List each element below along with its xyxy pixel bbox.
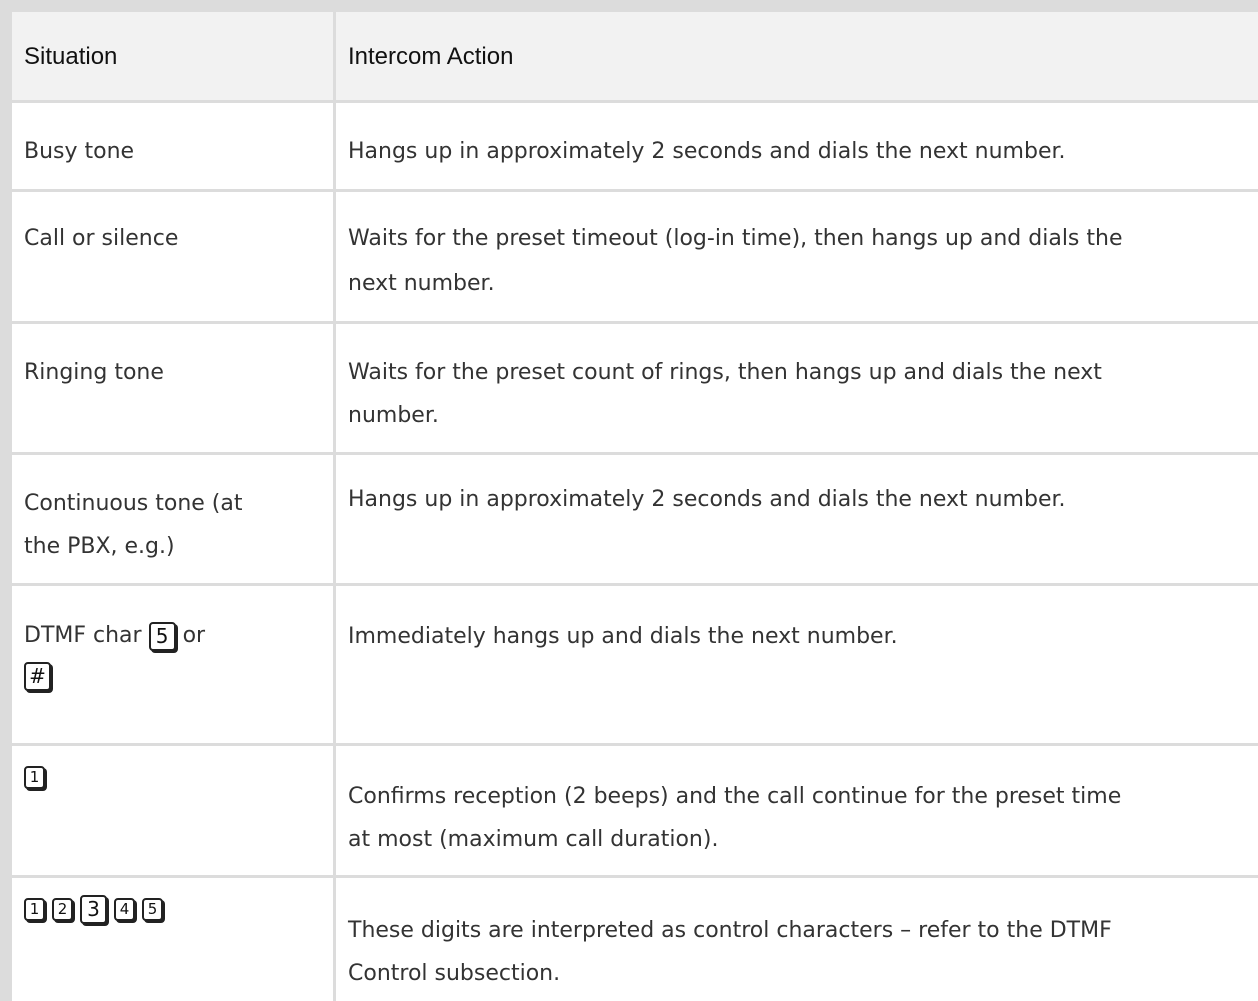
table-row-action: These digits are interpreted as control … (336, 878, 1258, 1001)
dtmf-key-2-icon: 2 (52, 897, 73, 921)
dtmf-key-5-icon: 5 (148, 621, 176, 651)
situation-text: Call or silence (24, 226, 179, 251)
situation-prefix: DTMF char (24, 623, 142, 648)
situation-text-line-1: DTMF char 5 or (24, 586, 321, 656)
header-situation-label: Situation (24, 42, 118, 70)
situation-text-line-1: Continuous tone (at (24, 491, 243, 516)
table-row-action: Immediately hangs up and dials the next … (336, 586, 1258, 743)
table-row-action: Hangs up in approximately 2 seconds and … (336, 455, 1258, 583)
situation-text-line-2: the PBX, e.g.) (24, 534, 175, 559)
action-text: Hangs up in approximately 2 seconds and … (348, 139, 1066, 164)
header-situation: Situation (12, 12, 333, 100)
dtmf-situation-table: Situation Intercom Action Busy tone Hang… (0, 0, 1258, 1001)
table-row-situation: Call or silence (12, 192, 333, 321)
table-row-situation: Ringing tone (12, 324, 333, 452)
table-row-situation: Busy tone (12, 103, 333, 189)
situation-text: Busy tone (24, 139, 135, 164)
action-text: Hangs up in approximately 2 seconds and … (348, 487, 1066, 512)
action-text-line-2: at most (maximum call duration). (348, 827, 719, 852)
table-row-action: Waits for the preset count of rings, the… (336, 324, 1258, 452)
dtmf-key-hash-icon: # (24, 661, 51, 691)
action-text-line-2: number. (348, 403, 439, 428)
table-row-situation: 1 (12, 746, 333, 875)
table-row-action: Hangs up in approximately 2 seconds and … (336, 103, 1258, 189)
dtmf-key-1-icon: 1 (24, 897, 45, 921)
action-text-line-1: These digits are interpreted as control … (348, 918, 1112, 943)
header-intercom-action: Intercom Action (336, 12, 1258, 100)
dtmf-key-5-icon: 5 (142, 897, 163, 921)
situation-connector: or (182, 623, 206, 648)
action-text-line-1: Waits for the preset count of rings, the… (348, 360, 1102, 385)
table-row-action: Confirms reception (2 beeps) and the cal… (336, 746, 1258, 875)
dtmf-key-1-icon: 1 (24, 765, 45, 789)
table-row-action: Waits for the preset timeout (log-in tim… (336, 192, 1258, 321)
situation-keys: 1 (24, 746, 321, 792)
action-text: Immediately hangs up and dials the next … (348, 624, 898, 649)
action-text-line-1: Waits for the preset timeout (log-in tim… (348, 226, 1123, 251)
dtmf-key-3-icon: 3 (80, 894, 107, 924)
action-text-line-1: Confirms reception (2 beeps) and the cal… (348, 784, 1122, 809)
situation-text-line-2: # (24, 656, 321, 696)
dtmf-key-4-icon: 4 (114, 897, 135, 921)
table-row-situation: Continuous tone (at the PBX, e.g.) (12, 455, 333, 583)
table-row-situation: 12345 (12, 878, 333, 1001)
table-row-situation: DTMF char 5 or # (12, 586, 333, 743)
action-text-line-2: Control subsection. (348, 961, 561, 986)
header-action-label: Intercom Action (348, 42, 514, 70)
action-text-line-2: next number. (348, 271, 495, 296)
situation-keys: 12345 (24, 878, 321, 926)
situation-text: Ringing tone (24, 360, 164, 385)
